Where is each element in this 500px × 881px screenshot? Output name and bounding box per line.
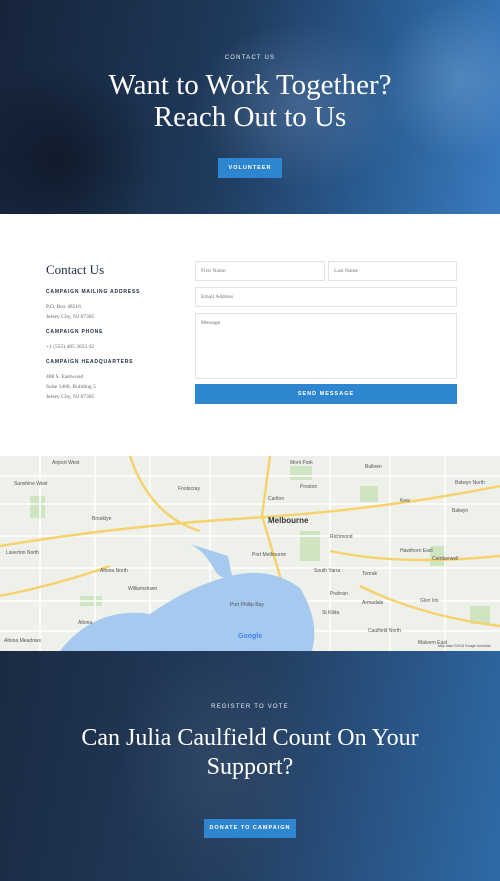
map-place: Balwyn North: [455, 480, 485, 486]
map-place: Balwyn: [452, 508, 469, 514]
map[interactable]: Melbourne Port Phillip Bay Airport West …: [0, 456, 500, 651]
contact-info: Contact Us CAMPAIGN MAILING ADDRESS P.O.…: [46, 262, 186, 402]
map-place: South Yarra: [314, 568, 341, 574]
hero-section: CONTACT US Want to Work Together? Reach …: [0, 0, 500, 214]
footer-eyebrow: REGISTER TO VOTE: [211, 704, 289, 710]
map-place: Richmond: [330, 534, 353, 540]
last-name-input[interactable]: Last Name: [328, 261, 457, 281]
register-section: REGISTER TO VOTE Can Julia Caulfield Cou…: [0, 651, 500, 881]
map-place: Brooklyn: [92, 516, 112, 522]
map-place: St Kilda: [322, 610, 340, 616]
google-logo: Google: [238, 633, 262, 640]
donate-button[interactable]: DONATE TO CAMPAIGN: [204, 819, 296, 838]
send-message-button[interactable]: SEND MESSAGE: [195, 384, 457, 404]
map-place: Altona Meadows: [4, 638, 41, 644]
first-name-input[interactable]: First Name: [195, 261, 325, 281]
hero-title: Want to Work Together? Reach Out to Us: [108, 69, 392, 133]
map-place: Port Melbourne: [252, 552, 287, 558]
map-place: Camberwell: [432, 556, 459, 562]
map-place: Hawthorn East: [400, 548, 433, 554]
map-place: Caulfield North: [368, 628, 402, 634]
phone-label: CAMPAIGN PHONE: [46, 329, 104, 335]
map-city-label: Melbourne: [268, 516, 309, 525]
map-place: Preston: [300, 484, 318, 490]
map-place: Altona: [78, 620, 93, 626]
contact-heading: Contact Us: [46, 262, 105, 277]
phone-number: +1 (555) 485 3023 42: [46, 344, 95, 350]
map-place: Armadale: [362, 600, 384, 606]
map-place: Footscray: [178, 486, 200, 492]
map-place: Kew: [400, 498, 410, 504]
map-place: Bulleen: [365, 464, 382, 470]
hq-label: CAMPAIGN HEADQUARTERS: [46, 359, 134, 365]
map-place: Airport West: [52, 460, 80, 466]
map-place: Toorak: [362, 571, 378, 577]
message-textarea[interactable]: Message: [195, 313, 457, 379]
map-place: Altona North: [100, 568, 128, 574]
map-place: Sunshine West: [14, 481, 48, 487]
mailing-line-1: P.O. Box 48516: [46, 304, 81, 310]
map-bay-label: Port Phillip Bay: [230, 602, 264, 608]
mailing-line-2: Jersey City, NJ 07305: [46, 314, 95, 320]
email-input[interactable]: Email Address: [195, 287, 457, 307]
footer-title: Can Julia Caulfield Count On Your Suppor…: [81, 725, 419, 780]
hq-line-3: Jersey City, NJ 07305: [46, 394, 95, 400]
map-place: Carlton: [268, 496, 285, 502]
volunteer-button[interactable]: VOLUNTEER: [218, 158, 282, 178]
hero-eyebrow: CONTACT US: [224, 55, 276, 61]
hq-line-2: Suite 1408, Building 5: [46, 384, 96, 390]
map-place: Prahran: [330, 591, 348, 597]
map-place: Mont Park: [290, 460, 313, 466]
mailing-label: CAMPAIGN MAILING ADDRESS: [46, 289, 141, 295]
map-place: Glen Iris: [420, 598, 439, 604]
google-logo-text: Google: [238, 633, 263, 640]
map-place: Williamstown: [128, 586, 158, 592]
map-place: Laverton North: [6, 550, 40, 556]
map-credit[interactable]: Map data ©2018 Google Australia: [438, 644, 491, 648]
hq-line-1: 408 S. Eastwood: [46, 374, 84, 380]
